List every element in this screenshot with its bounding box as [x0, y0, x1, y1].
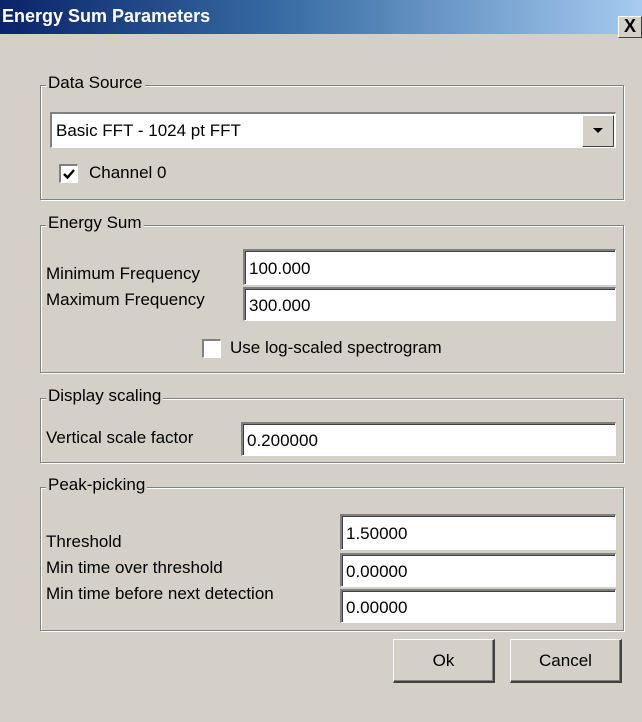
data-source-select[interactable]: Basic FFT - 1024 pt FFT [50, 112, 616, 148]
log-scaled-label: Use log-scaled spectrogram [230, 338, 442, 357]
ok-button[interactable]: Ok [393, 639, 495, 683]
threshold-label: Threshold [46, 532, 122, 551]
max-frequency-input[interactable] [243, 287, 616, 321]
close-button[interactable]: X [618, 16, 642, 38]
min-frequency-label: Minimum Frequency [46, 264, 200, 283]
checkmark-icon [63, 169, 75, 180]
energy-sum-dialog: Energy Sum Parameters X Data Source Basi… [0, 0, 642, 722]
data-source-dropdown-button[interactable] [582, 115, 614, 147]
max-frequency-label: Maximum Frequency [46, 290, 205, 309]
ok-button-label: Ok [432, 651, 455, 670]
min-time-over-threshold-input[interactable] [340, 553, 616, 587]
chevron-down-icon [593, 128, 603, 133]
cancel-button[interactable]: Cancel [510, 639, 622, 683]
close-icon: X [623, 16, 636, 36]
channel-0-label: Channel 0 [89, 163, 167, 182]
data-source-selected: Basic FFT - 1024 pt FFT [56, 121, 241, 140]
title-bar[interactable]: Energy Sum Parameters [0, 0, 642, 34]
min-time-before-next-input[interactable] [340, 589, 616, 623]
energy-sum-legend: Energy Sum [46, 213, 144, 233]
threshold-input[interactable] [340, 514, 616, 550]
min-time-before-next-label: Min time before next detection [46, 584, 274, 603]
min-frequency-input[interactable] [243, 249, 616, 285]
display-scaling-legend: Display scaling [46, 386, 164, 406]
cancel-button-label: Cancel [539, 651, 592, 670]
data-source-legend: Data Source [46, 73, 145, 93]
min-time-over-threshold-label: Min time over threshold [46, 558, 223, 577]
vertical-scale-input[interactable] [241, 422, 616, 456]
peak-picking-legend: Peak-picking [46, 475, 148, 495]
dialog-title: Energy Sum Parameters [2, 6, 211, 26]
log-scaled-checkbox[interactable] [202, 339, 221, 358]
channel-0-checkbox[interactable] [59, 164, 78, 183]
vertical-scale-label: Vertical scale factor [46, 428, 194, 447]
